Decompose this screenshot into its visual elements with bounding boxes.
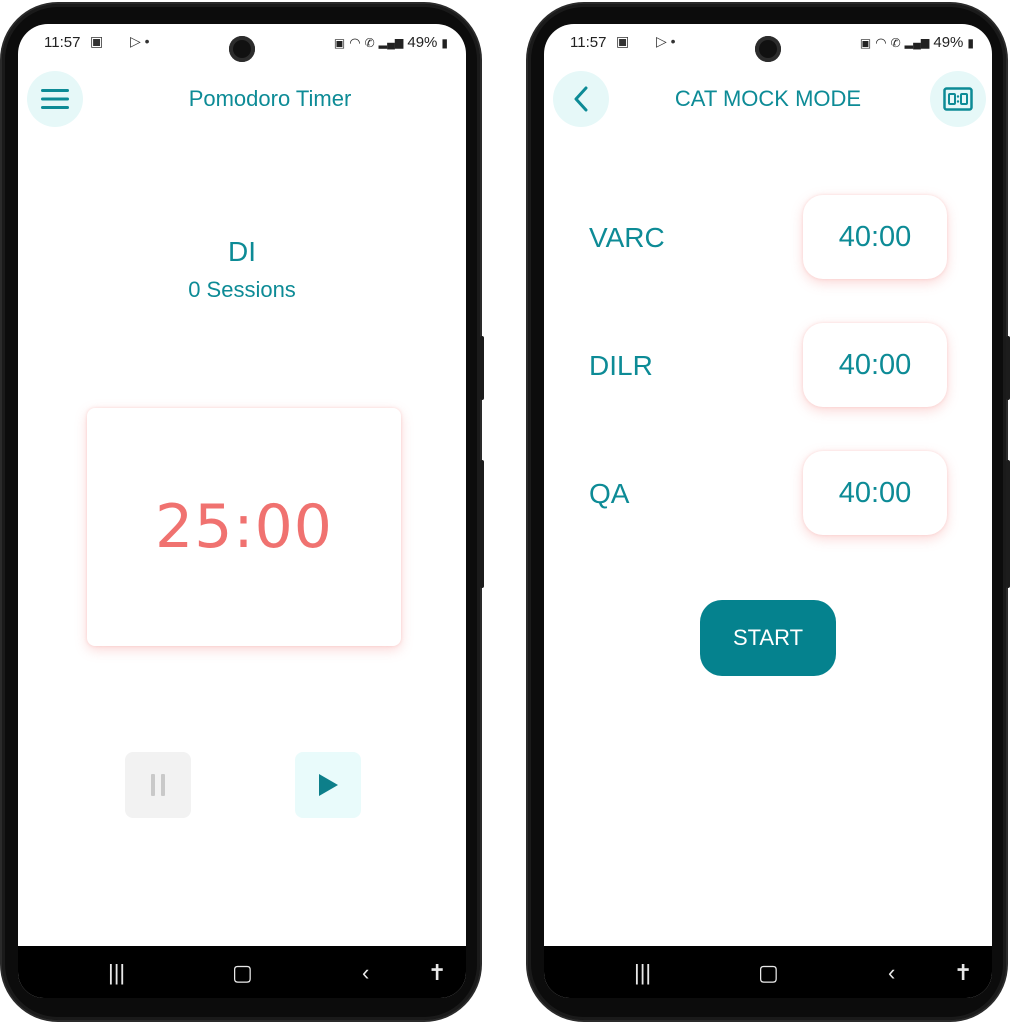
call-icon: ✆	[890, 35, 901, 50]
timer-display: 25:00	[155, 492, 333, 562]
battery-saver-icon: ▣	[333, 35, 346, 50]
section-label-varc: VARC	[589, 222, 665, 253]
battery-icon: ▮	[967, 35, 974, 50]
recent-apps-icon[interactable]: |||	[634, 960, 651, 986]
recent-apps-icon[interactable]: |||	[108, 960, 125, 986]
home-icon[interactable]: ▢	[758, 960, 779, 986]
wifi-icon: ◠	[349, 34, 361, 50]
battery-percent: 49%	[933, 34, 964, 51]
section-time-varc[interactable]: 40:00	[803, 195, 947, 279]
phone-right: 11:57 ▣ ▷ • ▣ ◠ ✆ ▂▄▆ 49% ▮ CAT MOCK MOD…	[528, 4, 1010, 1020]
status-icons: ▣ ◠ ✆ ▂▄▆ 49% ▮	[860, 34, 974, 51]
battery-saver-icon: ▣	[859, 35, 872, 50]
power-button	[480, 460, 484, 588]
home-icon[interactable]: ▢	[232, 960, 253, 986]
call-icon: ✆	[364, 35, 375, 50]
play-store-notification-icon: ▷ •	[656, 33, 676, 49]
battery-percent: 49%	[407, 34, 438, 51]
scoreboard-button[interactable]	[930, 71, 986, 127]
play-store-notification-icon: ▷ •	[130, 33, 150, 49]
power-button	[1006, 460, 1010, 588]
page-title: Pomodoro Timer	[188, 86, 352, 111]
section-label-dilr: DILR	[589, 350, 653, 381]
wifi-icon: ◠	[875, 34, 887, 50]
pomodoro-screen: 11:57 ▣ ▷ • ▣ ◠ ✆ ▂▄▆ 49% ▮ Pomodoro Tim…	[18, 24, 466, 998]
play-button[interactable]	[295, 752, 361, 818]
pause-icon	[151, 774, 165, 796]
section-time-qa[interactable]: 40:00	[803, 451, 947, 535]
accessibility-icon[interactable]: ✝	[428, 960, 446, 986]
gallery-notification-icon: ▣	[90, 33, 104, 49]
signal-icon: ▂▄▆	[904, 37, 930, 49]
volume-button	[480, 336, 484, 400]
section-time-dilr[interactable]: 40:00	[803, 323, 947, 407]
scoreboard-icon	[943, 87, 973, 111]
start-button[interactable]: START	[700, 600, 836, 676]
back-icon[interactable]: ‹	[888, 960, 895, 986]
status-time: 11:57	[44, 34, 81, 51]
accessibility-icon[interactable]: ✝	[954, 960, 972, 986]
battery-icon: ▮	[441, 35, 448, 50]
volume-button	[1006, 336, 1010, 400]
pause-button[interactable]	[125, 752, 191, 818]
navigation-bar: ||| ▢ ‹ ✝	[18, 946, 466, 998]
section-label-qa: QA	[589, 478, 630, 509]
signal-icon: ▂▄▆	[378, 37, 404, 49]
front-camera	[229, 36, 255, 62]
phone-left: 11:57 ▣ ▷ • ▣ ◠ ✆ ▂▄▆ 49% ▮ Pomodoro Tim…	[2, 4, 484, 1020]
session-count: 0 Sessions	[188, 277, 296, 302]
page-title: CAT MOCK MODE	[674, 86, 862, 111]
status-time: 11:57	[570, 34, 607, 51]
cat-mock-screen: 11:57 ▣ ▷ • ▣ ◠ ✆ ▂▄▆ 49% ▮ CAT MOCK MOD…	[544, 24, 992, 998]
timer-card[interactable]: 25:00	[87, 408, 401, 646]
back-icon[interactable]: ‹	[362, 960, 369, 986]
navigation-bar: ||| ▢ ‹ ✝	[544, 946, 992, 998]
gallery-notification-icon: ▣	[616, 33, 630, 49]
play-icon	[319, 774, 338, 796]
status-icons: ▣ ◠ ✆ ▂▄▆ 49% ▮	[334, 34, 448, 51]
session-name: DI	[228, 236, 256, 267]
front-camera	[755, 36, 781, 62]
